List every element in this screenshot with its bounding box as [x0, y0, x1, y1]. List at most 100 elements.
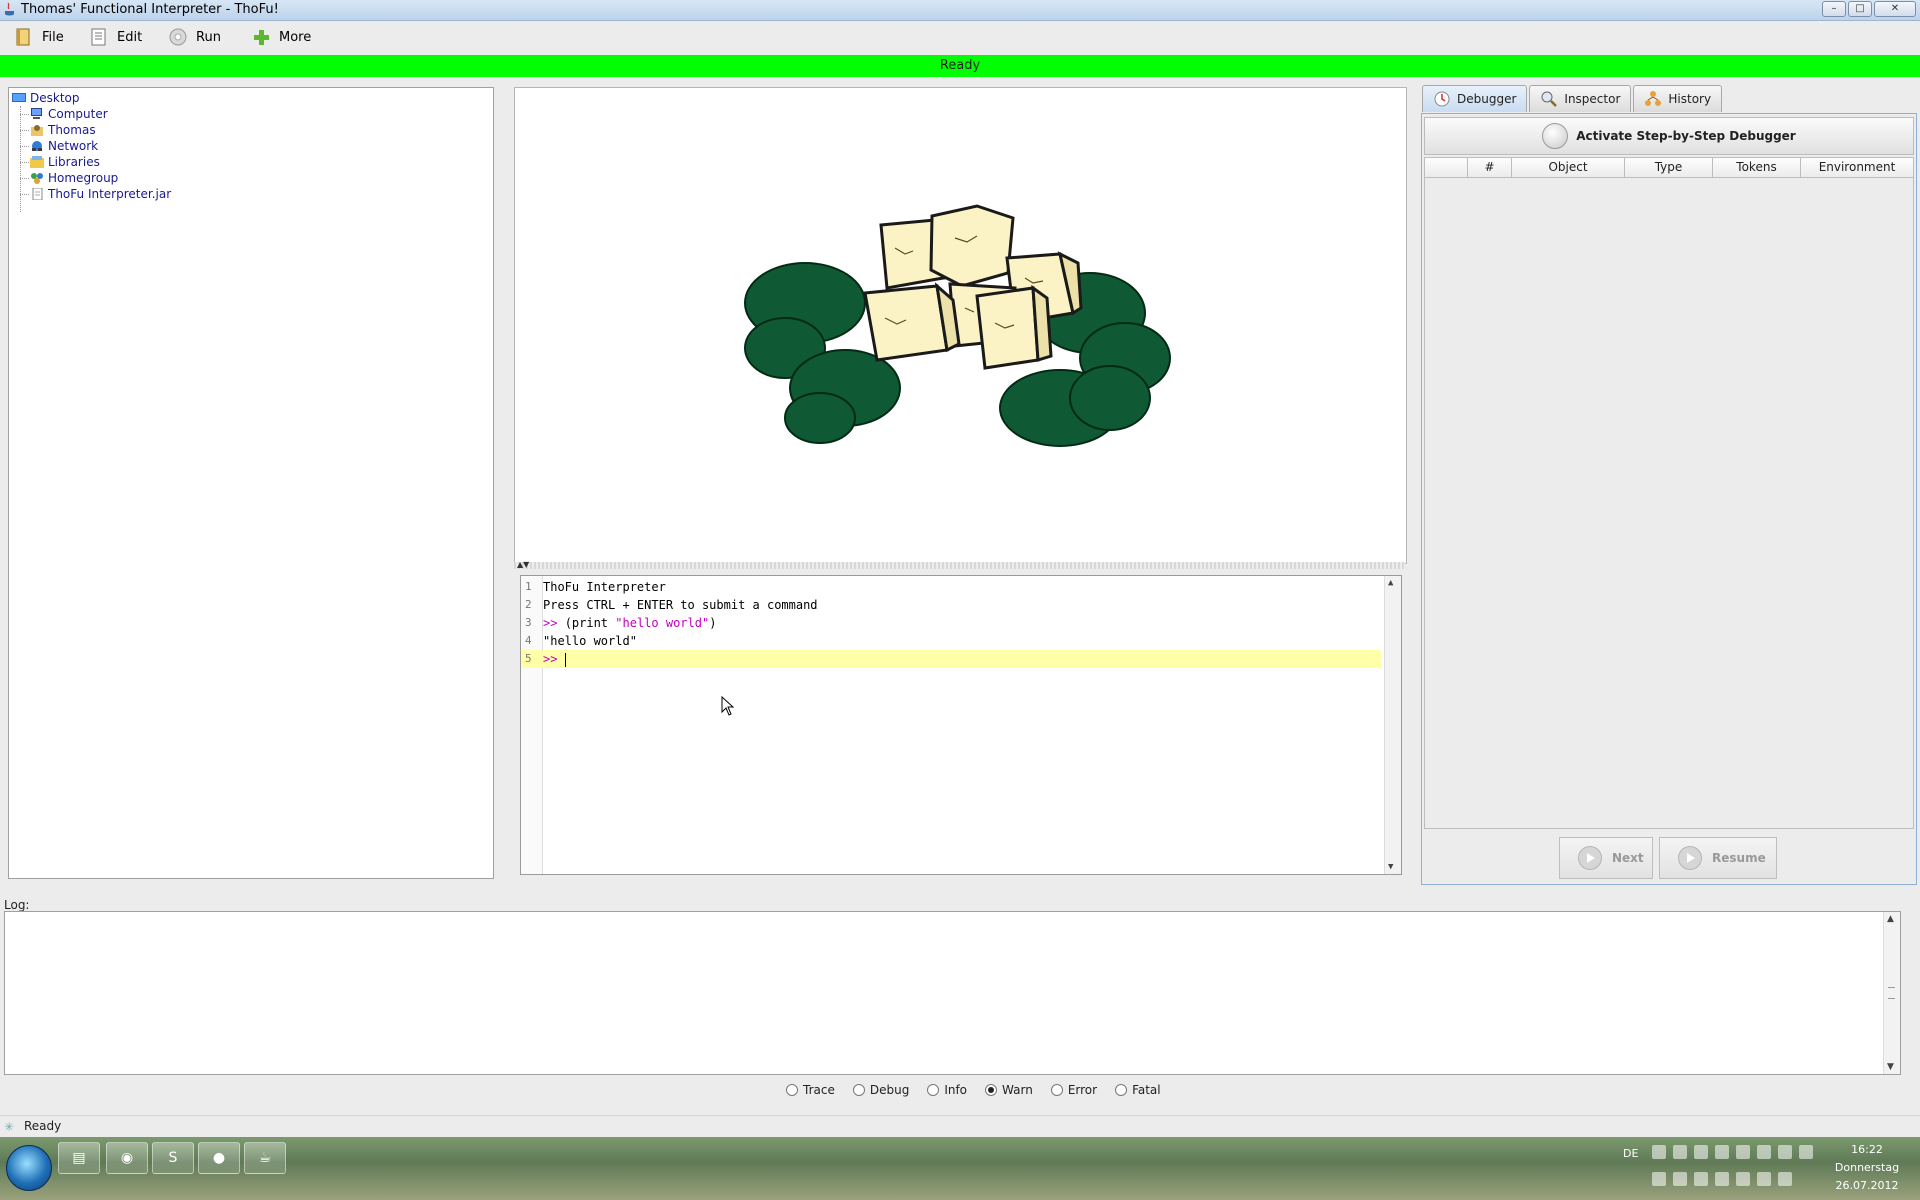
column-header[interactable]: Type: [1625, 158, 1713, 178]
column-header[interactable]: Environment: [1801, 158, 1914, 178]
log-scrollbar[interactable]: ▲ ▼: [1883, 912, 1900, 1074]
tree-item-network[interactable]: Network: [30, 139, 98, 153]
activate-debugger-button[interactable]: Activate Step-by-Step Debugger: [1424, 117, 1914, 155]
debugger-panel: Activate Step-by-Step Debugger # Object …: [1421, 113, 1917, 885]
taskbar-skype-icon[interactable]: S: [152, 1142, 194, 1174]
splitter-arrows-icon[interactable]: ▲▼: [517, 560, 529, 569]
menu-more[interactable]: More: [251, 24, 311, 50]
tree-item-jar[interactable]: ThoFu Interpreter.jar: [30, 187, 171, 201]
scroll-down-icon[interactable]: ▼: [1887, 1062, 1894, 1072]
tray-icon[interactable]: [1736, 1145, 1750, 1159]
line-text: >> (print "hello world"): [543, 614, 716, 632]
level-label: Error: [1067, 1083, 1098, 1097]
bluetooth-icon[interactable]: [1778, 1145, 1792, 1159]
tray-icon[interactable]: [1652, 1145, 1666, 1159]
window-controls: – □ ✕: [1822, 1, 1916, 17]
scroll-down-icon[interactable]: ▼: [1388, 862, 1393, 872]
next-button[interactable]: Next: [1559, 837, 1653, 879]
tray-icon[interactable]: [1673, 1145, 1687, 1159]
radio-button[interactable]: [852, 1084, 865, 1096]
column-header[interactable]: Tokens: [1713, 158, 1801, 178]
radio-button[interactable]: [927, 1084, 940, 1096]
column-header[interactable]: [1425, 158, 1468, 178]
line-number: 2: [525, 598, 532, 611]
menu-bar: File Edit Run More: [0, 21, 1920, 53]
menu-file-label: File: [42, 29, 64, 45]
editor-current-line[interactable]: 5 >>: [521, 650, 1381, 668]
tab-debugger[interactable]: Debugger: [1422, 85, 1528, 112]
scroll-up-icon[interactable]: ▲: [1388, 578, 1393, 588]
tab-inspector[interactable]: Inspector: [1529, 85, 1632, 112]
right-panel-tabs: Debugger Inspector History: [1422, 85, 1723, 113]
tree-guide-line: [20, 114, 29, 115]
tray-icon[interactable]: [1715, 1172, 1729, 1186]
scroll-up-icon[interactable]: ▲: [1887, 914, 1894, 924]
status-bar: Ready: [0, 55, 1920, 77]
level-debug[interactable]: Debug: [852, 1083, 909, 1097]
tree-item-homegroup[interactable]: Homegroup: [30, 171, 118, 185]
language-indicator[interactable]: DE: [1623, 1147, 1638, 1160]
tree-label: Computer: [48, 107, 108, 121]
column-header[interactable]: #: [1468, 158, 1512, 178]
radio-button[interactable]: [1050, 1084, 1063, 1096]
volume-icon[interactable]: [1757, 1172, 1771, 1186]
level-info[interactable]: Info: [927, 1083, 967, 1097]
taskbar-clock[interactable]: 16:22 Donnerstag 26.07.2012: [1822, 1141, 1912, 1195]
mouse-cursor-icon: [721, 696, 735, 716]
tray-icon[interactable]: [1652, 1172, 1666, 1186]
tab-history[interactable]: History: [1633, 85, 1723, 112]
system-tray-row-2: [1652, 1172, 1792, 1186]
tray-icon[interactable]: [1799, 1145, 1813, 1159]
level-fatal[interactable]: Fatal: [1115, 1083, 1161, 1097]
line-number: 4: [525, 634, 532, 647]
activate-label: Activate Step-by-Step Debugger: [1576, 129, 1796, 143]
file-icon: [16, 28, 30, 46]
menu-file[interactable]: File: [14, 24, 64, 50]
tree-item-thomas[interactable]: Thomas: [30, 123, 96, 137]
minimize-button[interactable]: –: [1822, 1, 1846, 17]
tray-icon[interactable]: [1694, 1145, 1708, 1159]
maximize-button[interactable]: □: [1848, 1, 1872, 17]
log-textarea[interactable]: ▲ ▼: [4, 911, 1901, 1075]
column-header[interactable]: Object: [1512, 158, 1625, 178]
taskbar-chrome-icon[interactable]: ◉: [106, 1142, 148, 1174]
menu-more-label: More: [279, 29, 312, 45]
scroll-grip[interactable]: [1888, 987, 1895, 999]
network-signal-icon[interactable]: [1736, 1172, 1750, 1186]
menu-edit[interactable]: Edit: [89, 24, 142, 50]
tray-icon[interactable]: [1673, 1172, 1687, 1186]
level-label: Fatal: [1132, 1083, 1161, 1097]
table-header: # Object Type Tokens Environment: [1425, 158, 1914, 178]
tree-item-desktop[interactable]: Desktop: [12, 91, 80, 105]
radio-button[interactable]: [786, 1084, 798, 1096]
tray-icon[interactable]: [1715, 1145, 1729, 1159]
computer-icon: [31, 108, 42, 119]
editor-scrollbar[interactable]: ▲ ▼: [1384, 576, 1401, 874]
taskbar-java-icon[interactable]: ☕: [244, 1142, 286, 1174]
network-icon: [32, 141, 42, 151]
radio-button-selected[interactable]: [985, 1084, 998, 1096]
taskbar-explorer-icon[interactable]: ▤: [58, 1142, 100, 1174]
level-trace[interactable]: Trace: [786, 1083, 835, 1097]
tray-icon[interactable]: [1778, 1172, 1792, 1186]
flag-icon[interactable]: [1694, 1172, 1708, 1186]
level-warn[interactable]: Warn: [985, 1083, 1033, 1097]
menu-run[interactable]: Run: [168, 24, 221, 50]
console-editor[interactable]: 1 ThoFu Interpreter 2 Press CTRL + ENTER…: [520, 575, 1402, 875]
radio-button[interactable]: [1115, 1084, 1128, 1096]
tree-item-computer[interactable]: Computer: [30, 107, 108, 121]
tree-guide-line: [20, 194, 29, 195]
file-tree-panel: Desktop Computer Thomas Network Librarie…: [8, 87, 494, 879]
output-text: "hello world": [543, 634, 637, 648]
tree-item-libraries[interactable]: Libraries: [30, 155, 100, 169]
close-button[interactable]: ✕: [1874, 1, 1916, 17]
panel-splitter[interactable]: [514, 562, 1405, 569]
start-button[interactable]: [6, 1145, 52, 1191]
taskbar-purple-app-icon[interactable]: ●: [198, 1142, 240, 1174]
tree-label: Libraries: [48, 155, 100, 169]
level-error[interactable]: Error: [1050, 1083, 1098, 1097]
tray-icon[interactable]: [1757, 1145, 1771, 1159]
tree-guide-line: [20, 162, 29, 163]
resume-button[interactable]: Resume: [1659, 837, 1777, 879]
editor-line: 3 >> (print "hello world"): [521, 614, 1381, 632]
